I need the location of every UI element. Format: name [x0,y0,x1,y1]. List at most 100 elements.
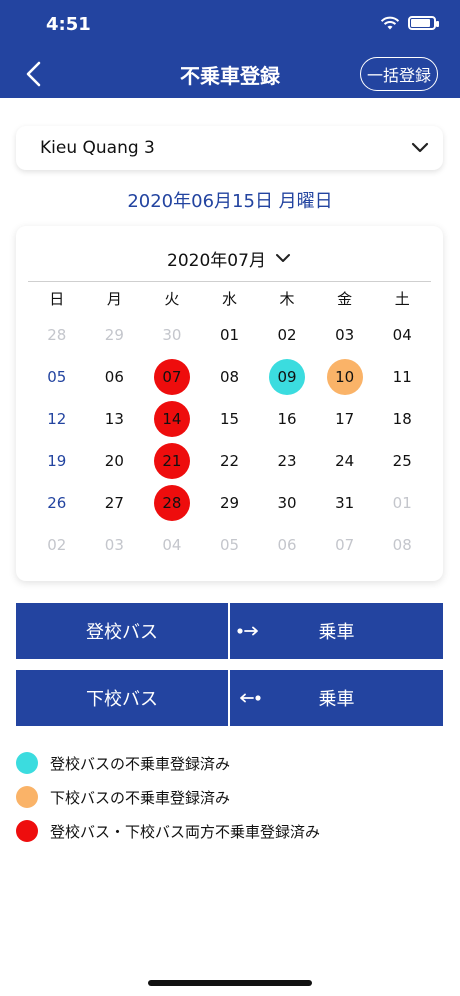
calendar-day[interactable]: 04 [373,317,431,353]
calendar-day[interactable]: 24 [316,443,374,479]
calendar-day-number: 29 [104,326,124,344]
calendar-day-number: 05 [219,536,240,554]
calendar-day[interactable]: 31 [316,485,374,521]
calendar-day[interactable]: 11 [373,359,431,395]
calendar-day[interactable]: 03 [86,527,144,563]
calendar-day-number: 08 [392,536,412,554]
calendar-day[interactable]: 30 [258,485,316,521]
weekday-label: 火 [164,289,180,308]
legend-text: 登校バス・下校バス両方不乗車登録済み [50,822,321,841]
calendar-day[interactable]: 03 [316,317,374,353]
calendar-day[interactable]: 04 [143,527,201,563]
calendar-grid: 日 月 火 水 木 金 土 28 29 30 01 02 03 04 05 06 07 08 09 10 11 12 13… [28,282,431,566]
calendar-day[interactable]: 29 [201,485,259,521]
weekday-label: 金 [337,289,353,308]
calendar-weeks: 28 29 30 01 02 03 04 05 06 07 08 09 10 11 12 13 14 15 16 17… [28,314,431,566]
calendar-day[interactable]: 06 [258,527,316,563]
wifi-icon [380,16,400,30]
status-icons [380,16,439,30]
calendar-day[interactable]: 14 [143,401,201,437]
calendar-week: 12 13 14 15 16 17 18 [28,398,431,440]
calendar-day-number: 04 [162,536,182,554]
calendar-day-number: 30 [162,326,182,344]
calendar-week: 02 03 04 05 06 07 08 [28,524,431,566]
month-selector[interactable]: 2020年07月 [16,246,443,271]
legend-dot [16,752,38,774]
calendar-day[interactable]: 10 [316,359,374,395]
calendar-day-number: 19 [47,452,67,470]
calendar-day-number: 21 [153,443,190,479]
calendar-day[interactable]: 29 [86,317,144,353]
calendar-day[interactable]: 08 [373,527,431,563]
calendar-day[interactable]: 05 [28,359,86,395]
calendar-day-number: 23 [277,452,297,470]
legend-text: 下校バスの不乗車登録済み [50,788,231,807]
calendar-day-number: 20 [104,452,124,470]
calendar-week: 26 27 28 29 30 31 01 [28,482,431,524]
calendar-day-number: 10 [326,359,363,395]
calendar-day[interactable]: 23 [258,443,316,479]
calendar-day-number: 07 [153,359,190,395]
calendar-day[interactable]: 25 [373,443,431,479]
calendar-day[interactable]: 12 [28,401,86,437]
legend-text: 登校バスの不乗車登録済み [50,754,231,773]
calendar-day-number: 14 [153,401,190,437]
calendar-day-number: 03 [104,536,124,554]
calendar-day-number: 31 [335,494,355,512]
legend-item: 下校バスの不乗車登録済み [16,780,320,814]
calendar-day[interactable]: 05 [201,527,259,563]
calendar-day[interactable]: 02 [258,317,316,353]
calendar-day[interactable]: 27 [86,485,144,521]
calendar-day[interactable]: 20 [86,443,144,479]
status-time: 4:51 [46,14,91,35]
battery-icon [408,16,439,30]
calendar-day-number: 22 [219,452,240,470]
calendar-day[interactable]: 21 [143,443,201,479]
from-school-bus-button[interactable]: 下校バス [16,670,228,726]
calendar-day-number: 06 [104,368,124,386]
student-select[interactable]: Kieu Quang 3 [16,126,443,170]
from-school-row: 下校バス 乗車 [16,670,443,726]
calendar-day[interactable]: 16 [258,401,316,437]
calendar-day[interactable]: 01 [201,317,259,353]
calendar-day-number: 08 [219,368,240,386]
from-school-board-label: 乗車 [318,689,355,710]
calendar-day[interactable]: 07 [143,359,201,395]
calendar-day-number: 26 [47,494,67,512]
dot-arrow-left-icon [240,693,261,703]
calendar-day[interactable]: 08 [201,359,259,395]
calendar-day-number: 01 [219,326,240,344]
calendar-day[interactable]: 09 [258,359,316,395]
calendar-week: 05 06 07 08 09 10 11 [28,356,431,398]
calendar-week: 28 29 30 01 02 03 04 [28,314,431,356]
from-school-board-button[interactable]: 乗車 [230,670,443,726]
calendar-day[interactable]: 19 [28,443,86,479]
calendar-day[interactable]: 13 [86,401,144,437]
calendar-day[interactable]: 22 [201,443,259,479]
calendar-day[interactable]: 26 [28,485,86,521]
selected-date: 2020年06月15日 月曜日 [127,191,333,212]
calendar-day-number: 15 [219,410,240,428]
calendar-day[interactable]: 06 [86,359,144,395]
calendar-day[interactable]: 02 [28,527,86,563]
calendar-day[interactable]: 28 [143,485,201,521]
legend-item: 登校バスの不乗車登録済み [16,746,320,780]
calendar-day-number: 13 [104,410,124,428]
app-header: 4:51 不乗車登録 一括登録 [0,0,460,98]
calendar-day[interactable]: 28 [28,317,86,353]
calendar-day[interactable]: 15 [201,401,259,437]
calendar-day[interactable]: 18 [373,401,431,437]
to-school-board-button[interactable]: 乗車 [230,603,443,659]
calendar-day-number: 16 [277,410,297,428]
calendar-day[interactable]: 01 [373,485,431,521]
calendar-day-number: 02 [277,326,297,344]
calendar-day-number: 29 [219,494,240,512]
bulk-register-button[interactable]: 一括登録 [360,57,438,91]
calendar-day[interactable]: 30 [143,317,201,353]
to-school-bus-button[interactable]: 登校バス [16,603,228,659]
legend-dot [16,820,38,842]
calendar-day[interactable]: 07 [316,527,374,563]
calendar-day-number: 07 [335,536,355,554]
chevron-down-icon [411,142,429,153]
calendar-day[interactable]: 17 [316,401,374,437]
